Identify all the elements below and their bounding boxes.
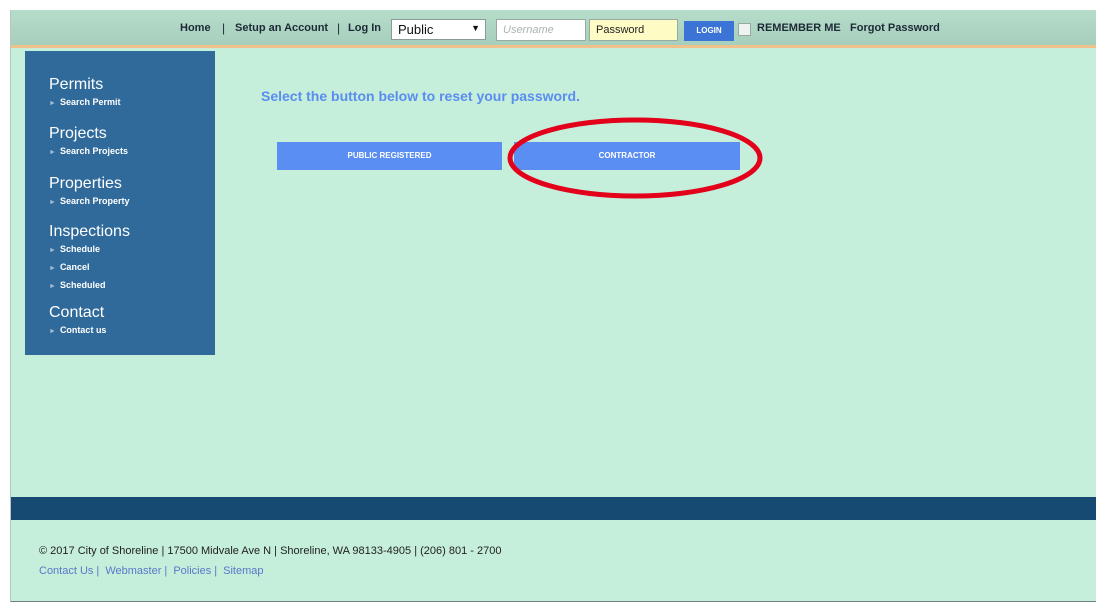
sidebar-item-label: Schedule [59,244,100,254]
top-bar: Home | Setup an Account | Log In Public … [11,10,1096,48]
sidebar-item-search-property[interactable]: ► Search Property [49,193,129,211]
sidebar-item-label: Scheduled [59,280,106,290]
remember-me-checkbox[interactable] [738,23,751,36]
footer-band [11,497,1096,520]
nav-group-inspections: Inspections ► Schedule ► Cancel ► Scheduled [49,223,130,295]
home-link[interactable]: Home [180,22,211,34]
triangle-right-icon: ► [49,283,56,290]
page-frame: Home | Setup an Account | Log In Public … [10,10,1096,602]
triangle-right-icon: ► [49,265,56,272]
sidebar-item-scheduled[interactable]: ► Scheduled [49,277,130,295]
footer-info: © 2017 City of Shoreline | 17500 Midvale… [39,545,502,557]
triangle-right-icon: ► [49,247,56,254]
sidebar-item-label: Contact us [59,325,107,335]
separator: | [222,21,226,35]
remember-me-label[interactable]: REMEMBER ME [757,22,841,34]
public-registered-button[interactable]: PUBLIC REGISTERED [277,142,502,170]
triangle-right-icon: ► [49,199,56,206]
nav-heading: Projects [49,125,107,142]
contractor-button[interactable]: CONTRACTOR [514,142,740,170]
nav-heading: Properties [49,175,122,192]
nav-group-properties: Properties ► Search Property [49,175,129,211]
footer-links: Contact Us | Webmaster | Policies | Sitemap [39,565,264,577]
footer-link-sitemap[interactable]: Sitemap [223,565,263,577]
nav-heading: Inspections [49,223,130,240]
footer-link-webmaster[interactable]: Webmaster [105,565,161,577]
footer-link-contact-us[interactable]: Contact Us [39,565,93,577]
separator: | [214,565,218,577]
separator: | [164,565,168,577]
sidebar-item-label: Search Permit [59,97,121,107]
sidebar-item-contact-us[interactable]: ► Contact us [49,322,106,340]
login-button[interactable]: LOGIN [684,21,734,41]
nav-heading: Contact [49,304,105,321]
separator: | [337,21,341,35]
forgot-password-link[interactable]: Forgot Password [850,22,940,34]
password-input[interactable]: Password [589,19,678,41]
nav-group-permits: Permits ► Search Permit [49,76,120,112]
sidebar-item-label: Search Projects [59,146,128,156]
username-input[interactable]: Username [496,19,586,41]
sidebar-item-schedule[interactable]: ► Schedule [49,241,130,259]
log-in-link[interactable]: Log In [348,22,381,34]
setup-account-link[interactable]: Setup an Account [235,22,328,34]
sidebar-item-label: Cancel [59,262,90,272]
nav-group-contact: Contact ► Contact us [49,304,106,340]
sidebar-item-cancel[interactable]: ► Cancel [49,259,130,277]
page-title: Select the button below to reset your pa… [261,88,580,104]
separator: | [96,565,100,577]
role-select-value: Public [398,22,434,37]
nav-heading: Permits [49,76,104,93]
triangle-right-icon: ► [49,328,56,335]
footer-link-policies[interactable]: Policies [173,565,211,577]
triangle-right-icon: ► [49,100,56,107]
sidebar-item-search-projects[interactable]: ► Search Projects [49,143,128,161]
sidebar-item-label: Search Property [59,196,130,206]
nav-group-projects: Projects ► Search Projects [49,125,128,161]
sidebar-item-search-permit[interactable]: ► Search Permit [49,94,120,112]
chevron-down-icon: ▼ [471,23,480,33]
triangle-right-icon: ► [49,149,56,156]
sidebar: Permits ► Search Permit Projects ► Search … [25,51,215,355]
role-select[interactable]: Public ▼ [391,19,486,40]
